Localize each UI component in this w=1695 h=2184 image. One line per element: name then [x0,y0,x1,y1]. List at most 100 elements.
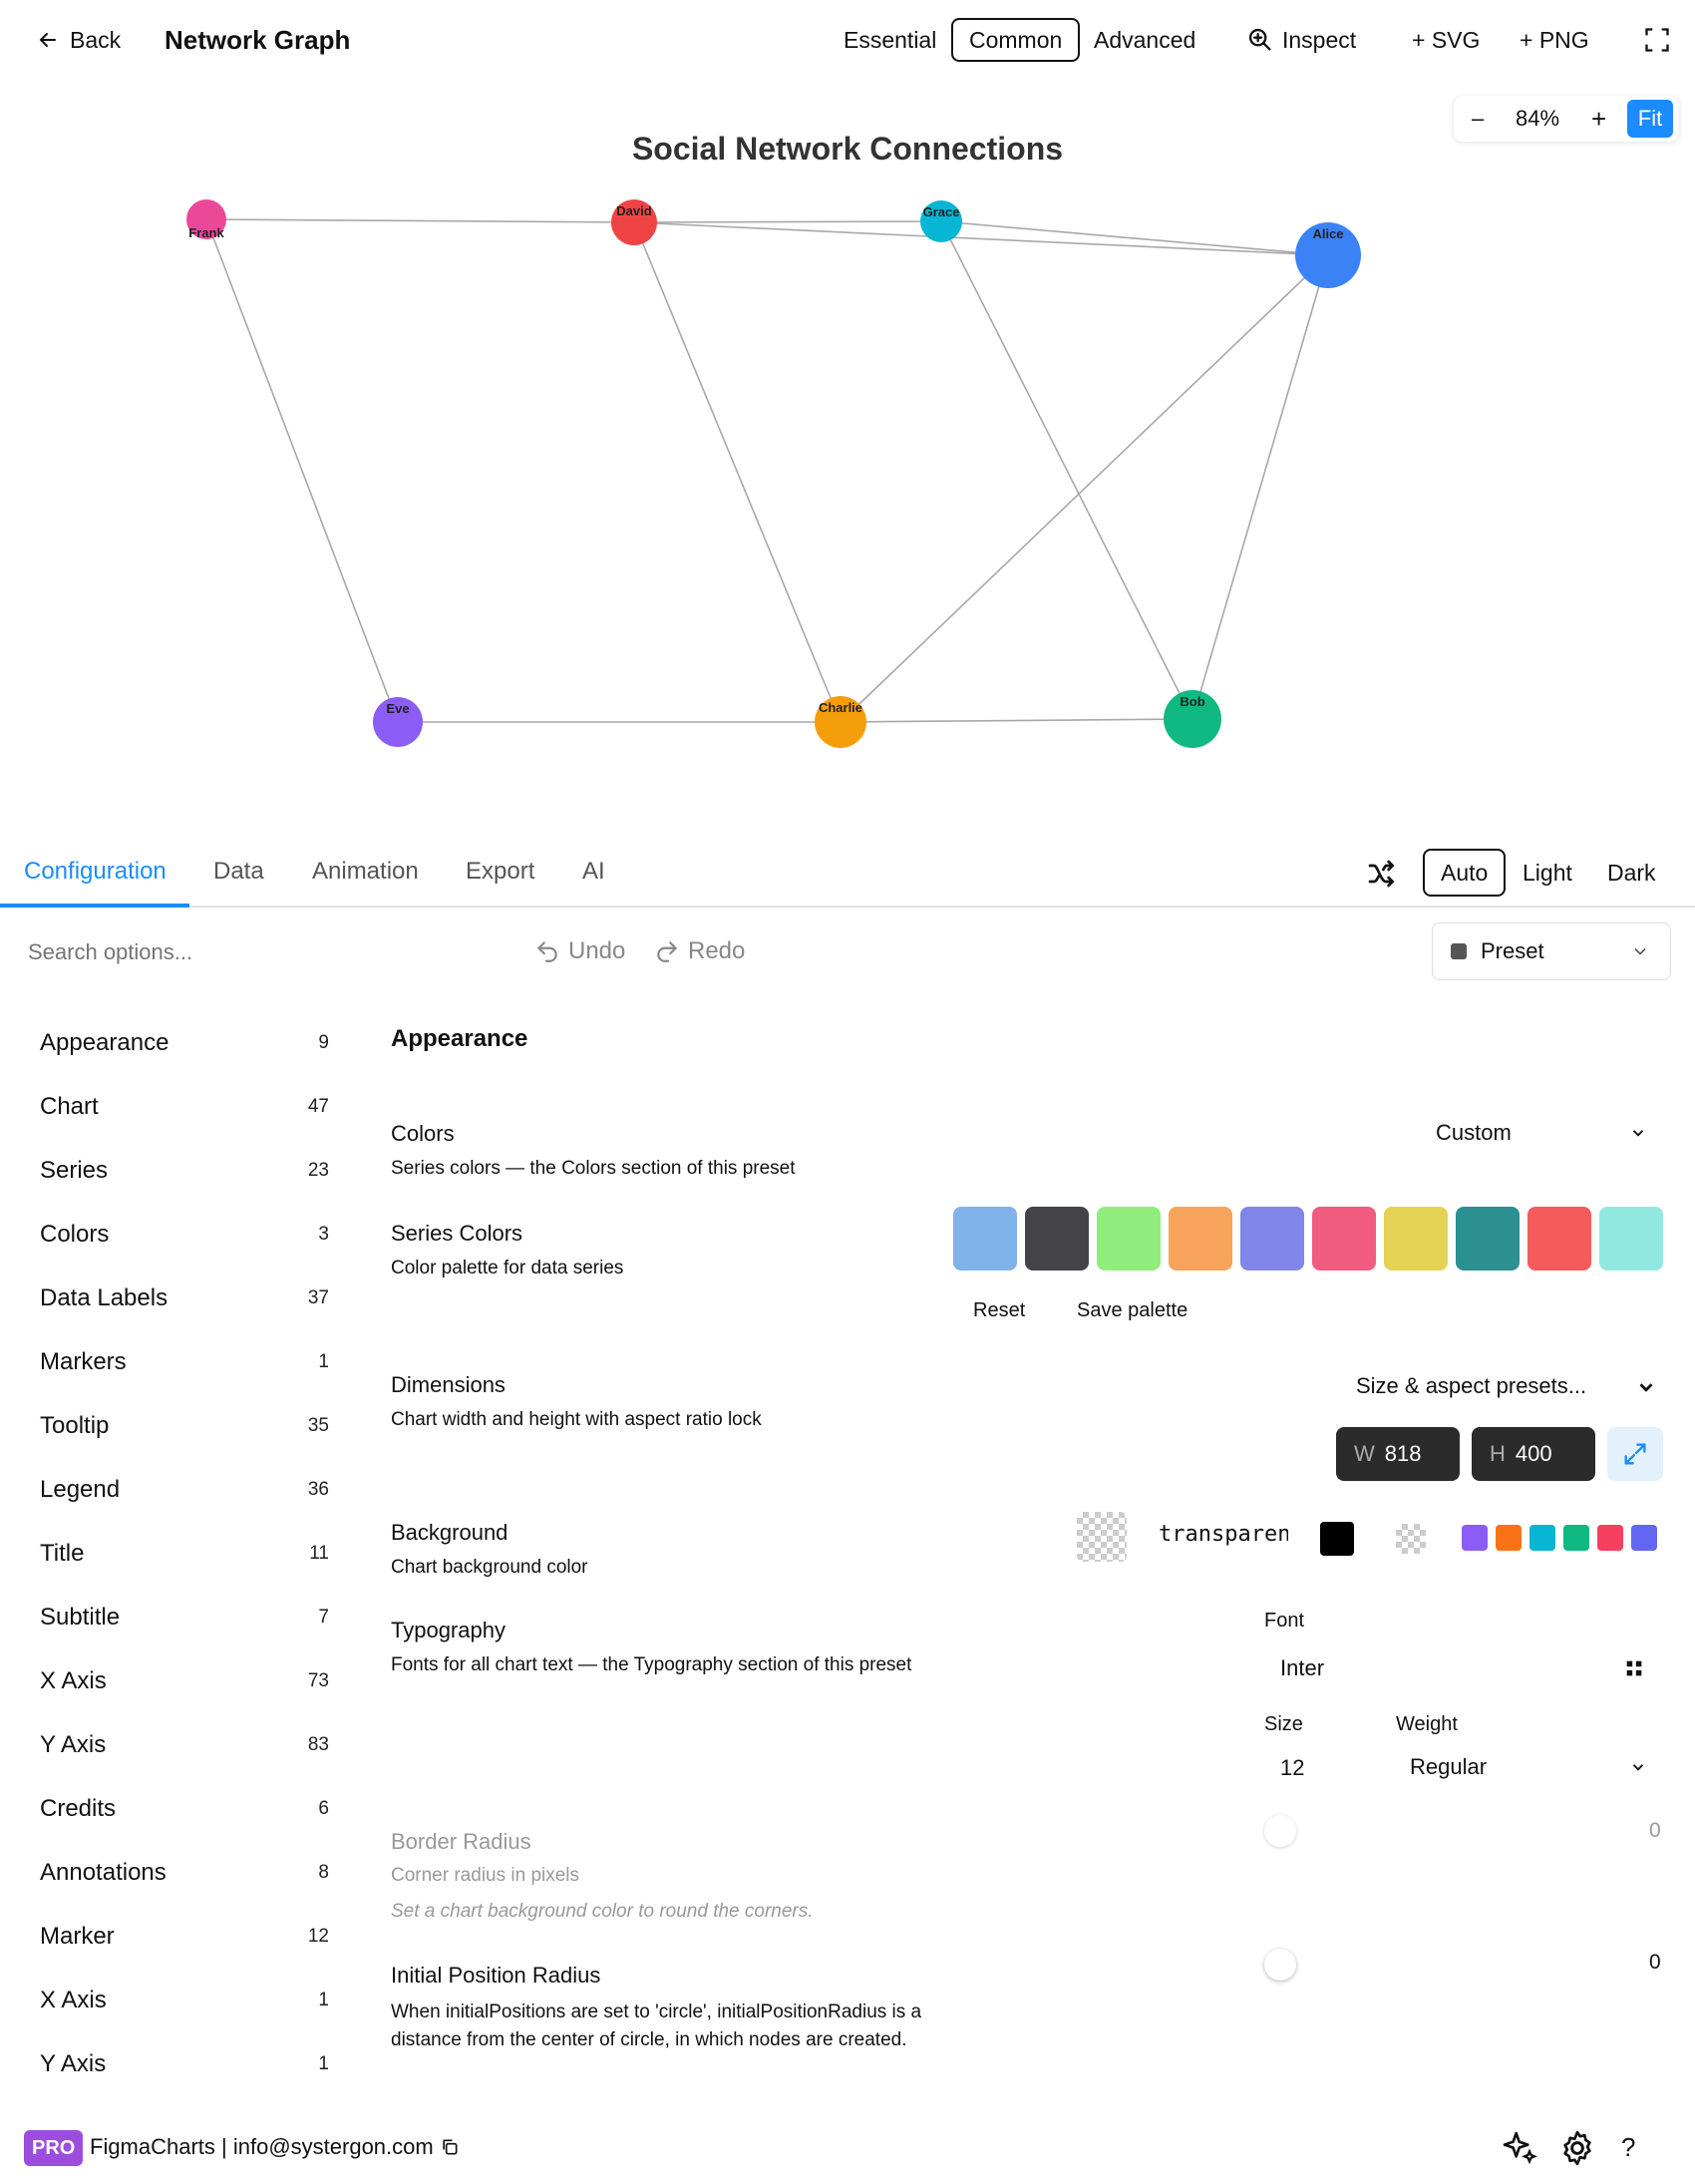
font-weight-select[interactable]: Regular [1410,1747,1663,1787]
search-input[interactable] [28,934,487,970]
fullscreen-button[interactable] [1643,18,1671,62]
background-color-swatch[interactable] [1077,1512,1127,1562]
palette-swatch[interactable] [1527,1207,1591,1271]
pro-badge: PRO [24,2130,84,2166]
footer-contact[interactable]: FigmaCharts | info@systergon.com [90,2134,460,2160]
category-item[interactable]: X Axis 73 [40,1661,329,1701]
palette-swatch[interactable] [1240,1207,1304,1271]
font-select[interactable]: Inter [1264,1647,1663,1689]
category-count: 11 [309,1543,329,1564]
expand-icon [1624,1443,1646,1465]
palette-swatch[interactable] [1456,1207,1520,1271]
quick-background-color[interactable] [1563,1525,1589,1551]
graph-link-grace-alice [940,220,1329,256]
theme-auto[interactable]: Auto [1423,849,1507,897]
initial-radius-desc: When initialPositions are set to 'circle… [391,2002,922,2050]
palette-swatch[interactable] [1169,1207,1232,1271]
category-item[interactable]: Marker 12 [40,1917,329,1957]
black-background-button[interactable] [1320,1522,1354,1556]
aspect-lock-button[interactable] [1607,1427,1663,1481]
quick-background-color[interactable] [1462,1525,1488,1551]
save-palette-button[interactable]: Save palette [1077,1299,1187,1322]
category-label: Series [40,1157,109,1184]
category-count: 23 [307,1160,329,1181]
category-item[interactable]: Chart 47 [40,1087,329,1127]
tab-data[interactable]: Data [213,858,264,886]
width-field[interactable]: W 818 [1336,1427,1460,1481]
top-bar: Back Network Graph Essential Common Adva… [0,0,1695,80]
shuffle-icon[interactable] [1366,858,1398,890]
category-label: Data Labels [40,1284,169,1311]
size-presets-label: Size & aspect presets... [1356,1373,1587,1398]
category-label: Y Axis [40,2050,107,2077]
category-item[interactable]: Y Axis 1 [40,2044,329,2084]
graph-link-alice-bob [1191,254,1329,720]
category-item[interactable]: Data Labels 37 [40,1278,329,1318]
category-count: 36 [307,1479,329,1500]
tab-export[interactable]: Export [466,858,534,886]
undo-button[interactable]: Undo [534,937,625,965]
preset-select[interactable]: Preset [1432,922,1671,980]
theme-dark[interactable]: Dark [1607,849,1656,897]
palette-swatch[interactable] [1599,1207,1663,1271]
theme-light[interactable]: Light [1523,849,1572,897]
category-count: 6 [318,1798,329,1819]
category-item[interactable]: Annotations 8 [40,1853,329,1893]
category-count: 47 [307,1096,329,1117]
reset-palette-button[interactable]: Reset [973,1299,1025,1322]
category-item[interactable]: Series 23 [40,1151,329,1191]
graph-node-label: David [616,203,651,218]
back-button[interactable]: Back [36,18,121,62]
size-presets-select[interactable]: Size & aspect presets... [1356,1370,1665,1402]
export-svg-button[interactable]: + SVG [1412,18,1480,62]
colors-select[interactable]: Custom [1436,1115,1655,1151]
palette-swatch[interactable] [1097,1207,1161,1271]
palette-swatch[interactable] [953,1207,1017,1271]
tab-configuration[interactable]: Configuration [24,858,167,886]
quick-background-color[interactable] [1631,1525,1657,1551]
transparent-background-button[interactable] [1396,1524,1426,1554]
palette-swatch[interactable] [1312,1207,1376,1271]
sparkle-icon[interactable] [1500,2128,1539,2168]
category-item[interactable]: Legend 36 [40,1470,329,1510]
network-graph-svg: Social Network Connections Frank David Gra… [186,131,1361,748]
help-icon[interactable]: ? [1621,2132,1635,2163]
category-item[interactable]: X Axis 1 [40,1981,329,2020]
export-png-button[interactable]: + PNG [1520,18,1589,62]
category-item[interactable]: Tooltip 35 [40,1406,329,1446]
mode-advanced[interactable]: Advanced [1094,18,1195,62]
grid-icon [1626,1660,1642,1676]
category-item[interactable]: Credits 6 [40,1789,329,1829]
category-item[interactable]: Subtitle 7 [40,1598,329,1638]
palette-swatch[interactable] [1025,1207,1089,1271]
background-desc: Chart background color [391,1557,588,1578]
gear-icon[interactable] [1557,2128,1597,2168]
border-radius-slider[interactable] [1264,1815,1296,1847]
category-item[interactable]: Appearance 9 [40,1023,329,1063]
quick-background-color[interactable] [1496,1525,1522,1551]
mode-common[interactable]: Common [951,18,1081,62]
chevron-down-icon [1632,1764,1644,1771]
mode-essential[interactable]: Essential [844,18,936,62]
initial-radius-slider[interactable] [1264,1949,1296,1981]
border-radius-note: Set a chart background color to round th… [391,1901,814,1922]
background-value-input[interactable]: transparent [1159,1522,1288,1554]
category-item[interactable]: Colors 3 [40,1215,329,1255]
height-value: 400 [1515,1441,1552,1466]
category-item[interactable]: Markers 1 [40,1342,329,1382]
tab-animation[interactable]: Animation [312,858,419,886]
tab-ai[interactable]: AI [582,858,605,886]
quick-background-color[interactable] [1529,1525,1555,1551]
active-tab-indicator [0,904,189,908]
quick-background-color[interactable] [1597,1525,1623,1551]
chevron-down-icon [1632,1130,1644,1137]
font-size-input[interactable]: 12 [1280,1755,1304,1781]
palette-swatch[interactable] [1384,1207,1448,1271]
height-field[interactable]: H 400 [1472,1427,1595,1481]
category-item[interactable]: Title 11 [40,1534,329,1574]
graph-node-label: Eve [386,701,409,716]
inspect-button[interactable]: Inspect [1246,18,1356,62]
initial-radius-title: Initial Position Radius [391,1963,601,1988]
category-item[interactable]: Y Axis 83 [40,1725,329,1765]
redo-button[interactable]: Redo [654,937,745,965]
